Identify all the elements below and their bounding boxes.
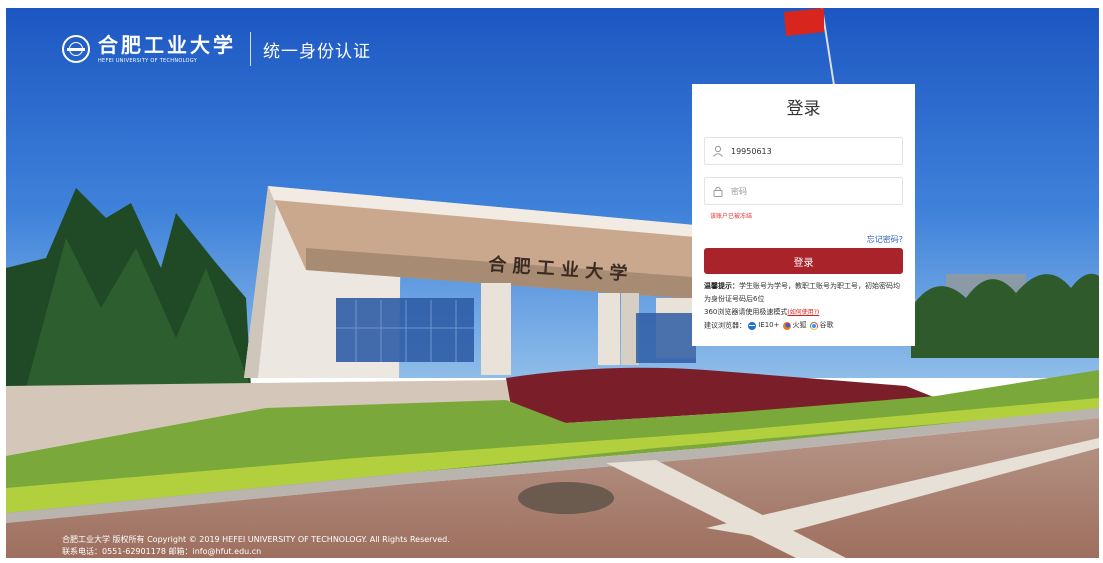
firefox-icon — [782, 321, 791, 330]
site-header: 合肥工业大学 HEFEI UNIVERSITY OF TECHNOLOGY 统一… — [62, 27, 371, 71]
logo-chinese-name: 合肥工业大学 — [98, 32, 236, 57]
chrome-icon — [809, 321, 818, 330]
user-icon — [711, 144, 725, 158]
blue-fence — [336, 298, 474, 362]
browser-firefox: 火狐 — [782, 319, 807, 332]
blue-fence — [636, 313, 696, 363]
how-to-use-link[interactable]: (如何使用?) — [787, 309, 819, 316]
system-title: 统一身份认证 — [263, 41, 371, 62]
password-input[interactable] — [731, 186, 881, 196]
tips-360-note: 360浏览器请使用极速模式 — [704, 308, 788, 316]
tips-line-3: 建议浏览器： IE10+ 火狐 谷歌 — [704, 319, 903, 333]
header-divider — [250, 32, 251, 66]
site-footer: 合肥工业大学 版权所有 Copyright © 2019 HEFEI UNIVE… — [62, 534, 450, 558]
tips-line-2: 360浏览器请使用极速模式(如何使用?) — [704, 306, 903, 319]
browsers-label: 建议浏览器： — [704, 321, 746, 330]
lock-icon — [711, 184, 725, 198]
login-title: 登录 — [786, 99, 821, 119]
browser-ie: IE10+ — [748, 319, 780, 332]
manhole-cover — [518, 482, 614, 514]
tips-label: 温馨提示： — [704, 282, 739, 290]
logo-english-name: HEFEI UNIVERSITY OF TECHNOLOGY — [98, 57, 198, 64]
browser-list: IE10+ 火狐 谷歌 — [748, 319, 834, 332]
login-panel: 登录 该账户已被冻结 忘记密码? 登录 温馨提示：学生账号为学号，教职工账号为职… — [692, 84, 915, 346]
campus-gate-photo: 合 肥 工 业 大 学 — [6, 8, 1099, 558]
username-field — [704, 137, 903, 165]
forgot-row: 忘记密码? — [704, 231, 903, 244]
flag-icon — [784, 8, 824, 36]
university-logo-icon — [62, 35, 90, 63]
password-field — [704, 177, 903, 205]
tips-line-1: 温馨提示：学生账号为学号，教职工账号为职工号，初始密码均为身份证号码后6位 — [704, 280, 903, 306]
browser-chrome: 谷歌 — [809, 319, 834, 332]
ie-icon — [748, 321, 757, 330]
background-scene: 合 肥 工 业 大 学 — [6, 8, 1099, 558]
gate-column — [481, 283, 511, 375]
footer-copyright: 合肥工业大学 版权所有 Copyright © 2019 HEFEI UNIVE… — [62, 535, 450, 544]
footer-contact: 联系电话：0551-62901178 邮箱：info@hfut.edu.cn — [62, 547, 262, 556]
login-tips: 温馨提示：学生账号为学号，教职工账号为职工号，初始密码均为身份证号码后6位 36… — [704, 280, 903, 333]
login-button[interactable]: 登录 — [704, 248, 903, 274]
gate-column — [598, 293, 620, 365]
forgot-password-link[interactable]: 忘记密码? — [867, 235, 903, 244]
error-message: 该账户已被冻结 — [710, 213, 753, 220]
username-input[interactable] — [731, 146, 881, 156]
university-logo[interactable]: 合肥工业大学 HEFEI UNIVERSITY OF TECHNOLOGY — [98, 34, 236, 65]
